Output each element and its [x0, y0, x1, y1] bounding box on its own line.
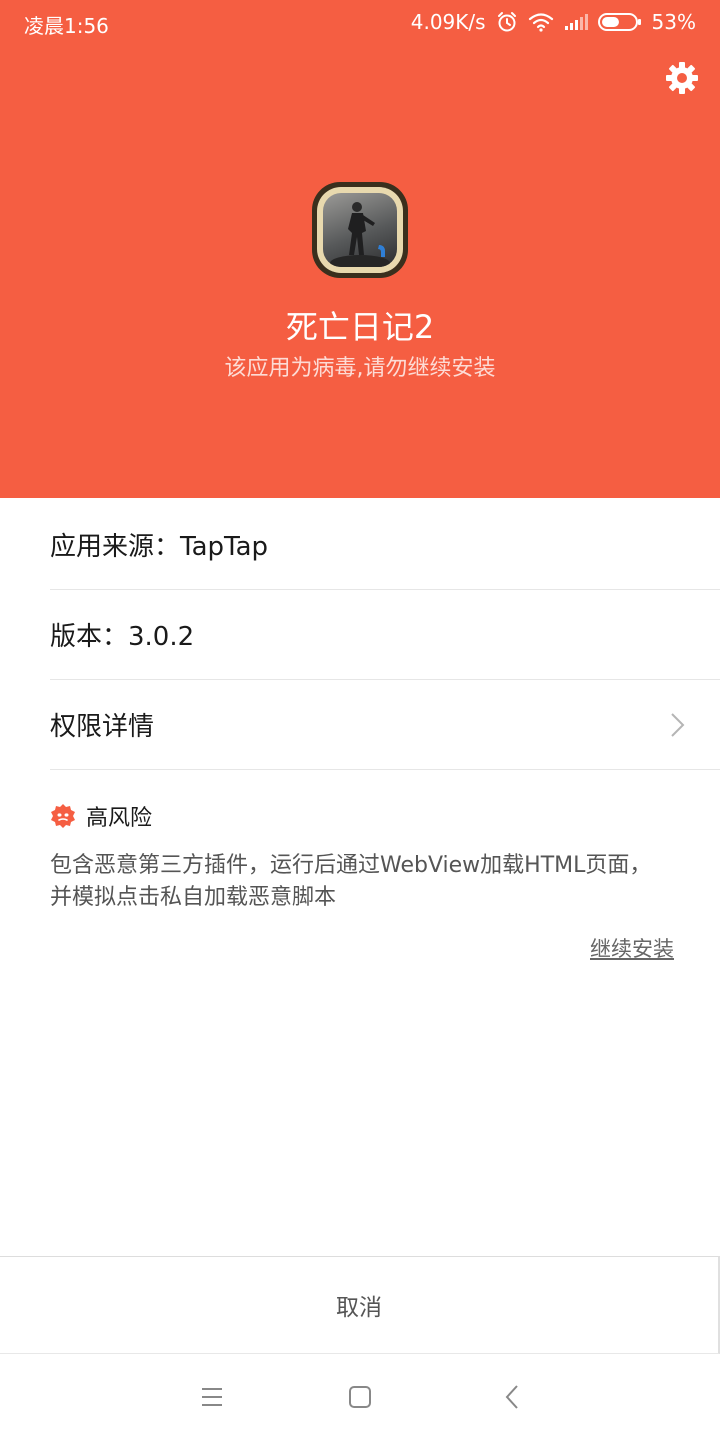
settings-button[interactable]	[664, 60, 700, 96]
signal-icon	[564, 13, 588, 31]
permissions-label: 权限详情	[50, 712, 155, 742]
battery-percent: 53%	[651, 10, 696, 34]
network-speed: 4.09K/s	[410, 10, 486, 34]
home-icon[interactable]	[348, 1382, 372, 1412]
status-indicators: 4.09K/s 53%	[411, 10, 696, 34]
alarm-icon	[496, 11, 518, 33]
risk-description: 包含恶意第三方插件，运行后通过WebView加载HTML页面，并模拟点击私自加载…	[50, 853, 652, 910]
header: 凌晨1:56 4.09K/s 53% 死亡日记2 该应用为病毒,请勿继续安装	[0, 0, 720, 498]
app-source-row: 应用来源：TapTap	[50, 500, 720, 590]
risk-header: 高风险	[50, 800, 152, 832]
navigation-bar	[0, 1354, 720, 1440]
virus-icon	[51, 804, 75, 828]
chevron-right-icon	[671, 713, 685, 737]
cancel-button[interactable]: 取消	[0, 1256, 720, 1354]
app-version: 版本：3.0.2	[50, 622, 195, 652]
status-time: 凌晨1:56	[24, 14, 109, 38]
status-bar: 凌晨1:56 4.09K/s 53%	[0, 0, 720, 44]
cancel-label: 取消	[336, 1295, 382, 1321]
back-icon[interactable]	[500, 1382, 524, 1412]
risk-level: 高风险	[86, 806, 153, 831]
app-source: 应用来源：TapTap	[50, 532, 269, 562]
app-version-row: 版本：3.0.2	[50, 590, 720, 680]
gear-icon	[666, 62, 698, 94]
app-name: 死亡日记2	[285, 308, 435, 346]
menu-icon[interactable]	[200, 1382, 224, 1412]
virus-warning: 该应用为病毒,请勿继续安装	[224, 356, 496, 381]
battery-icon	[597, 12, 642, 32]
permissions-row[interactable]: 权限详情	[50, 680, 720, 770]
app-icon	[312, 182, 408, 278]
wifi-icon	[528, 12, 554, 32]
continue-install-link[interactable]: 继续安装	[590, 933, 674, 963]
